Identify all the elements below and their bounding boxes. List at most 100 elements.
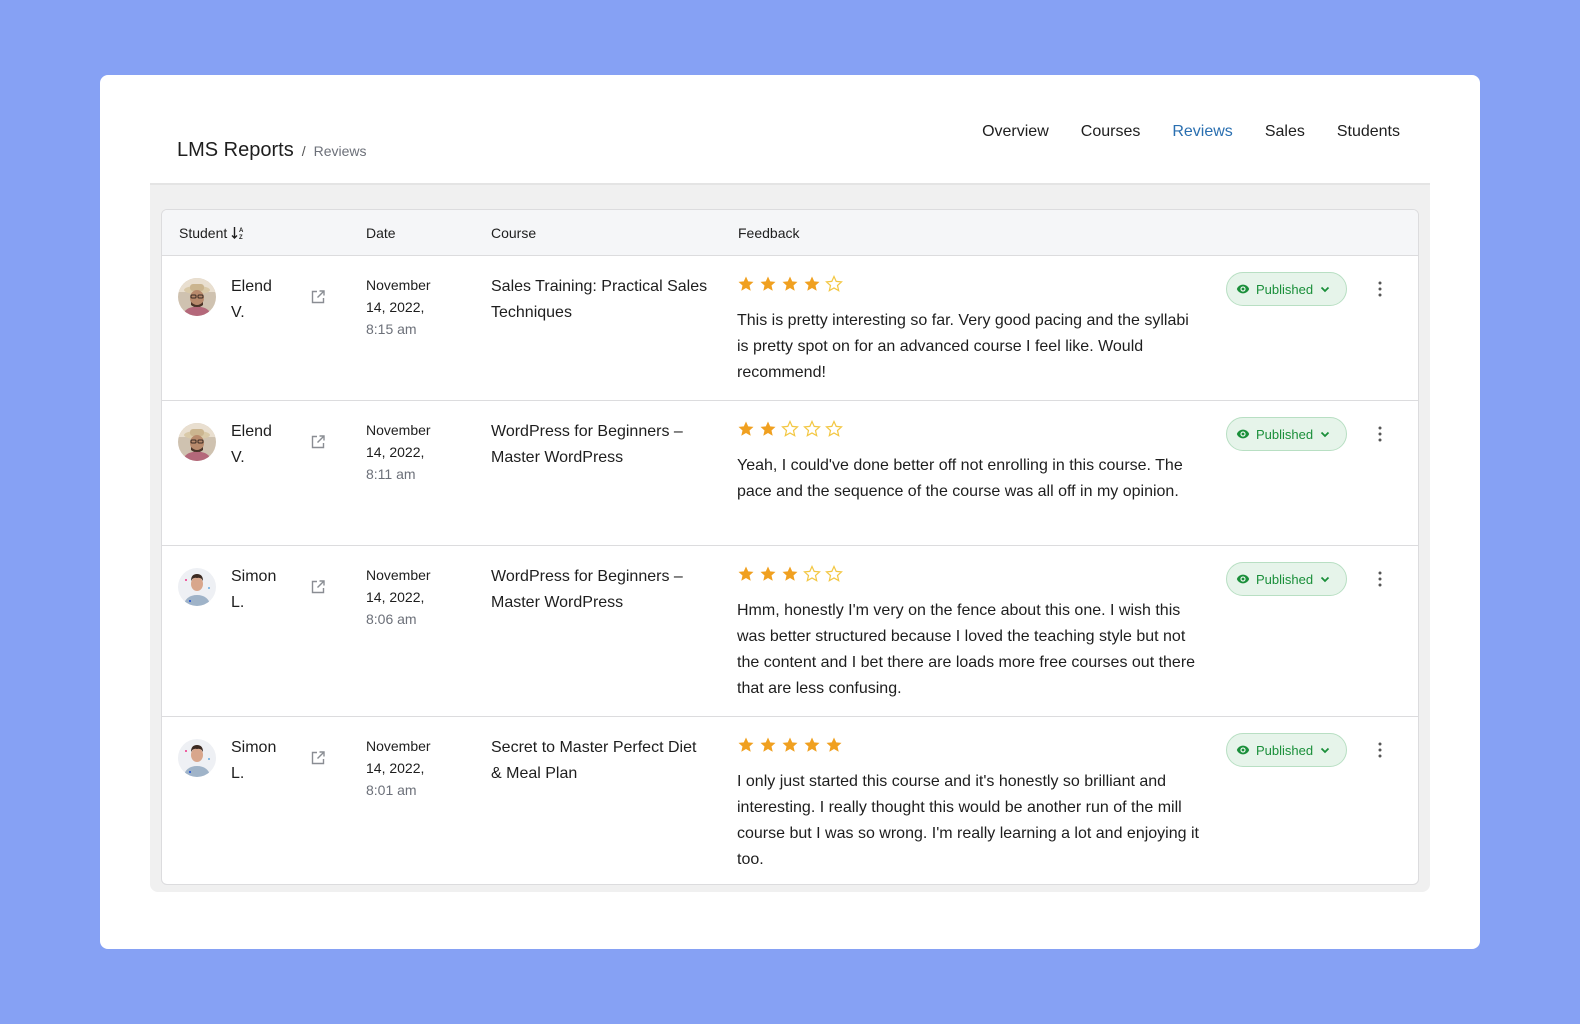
star-filled-icon bbox=[803, 275, 821, 293]
avatar bbox=[178, 278, 216, 316]
table-header: Student A Z Date Course Feedback bbox=[162, 210, 1418, 256]
external-link-icon[interactable] bbox=[309, 749, 327, 767]
student-name[interactable]: Simon L. bbox=[231, 735, 291, 787]
star-empty-icon bbox=[825, 420, 843, 438]
column-header-course: Course bbox=[491, 225, 537, 241]
external-link-icon[interactable] bbox=[309, 433, 327, 451]
star-filled-icon bbox=[759, 565, 777, 583]
date-day-year: 14, 2022, bbox=[366, 589, 425, 605]
review-time: 8:15 am bbox=[366, 321, 417, 337]
breadcrumb: LMS Reports / Reviews bbox=[177, 139, 367, 162]
feedback-text: This is pretty interesting so far. Very … bbox=[737, 312, 1189, 381]
star-filled-icon bbox=[737, 565, 755, 583]
feedback-text: I only just started this course and it's… bbox=[737, 773, 1199, 868]
eye-icon bbox=[1236, 284, 1250, 294]
student-last-name: V. bbox=[231, 304, 245, 321]
tab-sales[interactable]: Sales bbox=[1249, 75, 1321, 185]
date-month: November bbox=[366, 567, 431, 583]
more-options-icon[interactable] bbox=[1370, 568, 1390, 590]
student-first-name: Simon bbox=[231, 568, 277, 585]
column-header-student[interactable]: Student A Z bbox=[179, 225, 245, 241]
star-filled-icon bbox=[781, 565, 799, 583]
student-first-name: Simon bbox=[231, 739, 277, 756]
course-title: Sales Training: Practical Sales Techniqu… bbox=[491, 278, 708, 321]
table-row: Simon L. November 14, 2022, 8:01 am Secr… bbox=[162, 717, 1418, 884]
star-filled-icon bbox=[759, 275, 777, 293]
reviews-panel: Student A Z Date Course Feedback Elend V bbox=[150, 185, 1430, 892]
column-label-student: Student bbox=[179, 225, 228, 241]
breadcrumb-separator: / bbox=[301, 143, 306, 159]
star-filled-icon bbox=[737, 275, 755, 293]
feedback-text: Yeah, I could've done better off not enr… bbox=[737, 457, 1183, 500]
star-filled-icon bbox=[781, 736, 799, 754]
review-time: 8:06 am bbox=[366, 611, 417, 627]
student-name[interactable]: Elend V. bbox=[231, 274, 291, 326]
star-filled-icon bbox=[759, 420, 777, 438]
student-first-name: Elend bbox=[231, 423, 272, 440]
review-date: November 14, 2022, 8:01 am bbox=[366, 735, 466, 801]
status-label: Published bbox=[1256, 742, 1314, 758]
chevron-down-icon bbox=[1320, 747, 1330, 754]
page-title: LMS Reports bbox=[177, 139, 294, 161]
status-label: Published bbox=[1256, 571, 1314, 587]
star-empty-icon bbox=[803, 565, 821, 583]
external-link-icon[interactable] bbox=[309, 288, 327, 306]
student-name[interactable]: Simon L. bbox=[231, 564, 291, 616]
sort-alpha-down-icon[interactable]: A Z bbox=[231, 226, 245, 240]
tab-overview[interactable]: Overview bbox=[966, 75, 1065, 185]
tab-courses[interactable]: Courses bbox=[1065, 75, 1157, 185]
feedback-text: Hmm, honestly I'm very on the fence abou… bbox=[737, 602, 1196, 697]
star-filled-icon bbox=[737, 420, 755, 438]
chevron-down-icon bbox=[1320, 431, 1330, 438]
svg-text:Z: Z bbox=[239, 235, 243, 240]
student-last-name: V. bbox=[231, 449, 245, 466]
eye-icon bbox=[1236, 574, 1250, 584]
tab-reviews[interactable]: Reviews bbox=[1156, 75, 1250, 187]
eye-icon bbox=[1236, 745, 1250, 755]
tab-students[interactable]: Students bbox=[1321, 75, 1416, 185]
star-filled-icon bbox=[737, 736, 755, 754]
external-link-icon[interactable] bbox=[309, 578, 327, 596]
avatar bbox=[178, 568, 216, 606]
review-time: 8:01 am bbox=[366, 782, 417, 798]
status-dropdown[interactable]: Published bbox=[1226, 417, 1347, 451]
status-dropdown[interactable]: Published bbox=[1226, 562, 1347, 596]
date-day-year: 14, 2022, bbox=[366, 760, 425, 776]
review-date: November 14, 2022, 8:15 am bbox=[366, 274, 466, 340]
table-row: Simon L. November 14, 2022, 8:06 am Word… bbox=[162, 546, 1418, 717]
date-month: November bbox=[366, 422, 431, 438]
more-options-icon[interactable] bbox=[1370, 739, 1390, 761]
student-name[interactable]: Elend V. bbox=[231, 419, 291, 471]
status-dropdown[interactable]: Published bbox=[1226, 272, 1347, 306]
more-options-icon[interactable] bbox=[1370, 278, 1390, 300]
more-options-icon[interactable] bbox=[1370, 423, 1390, 445]
star-empty-icon bbox=[781, 420, 799, 438]
column-header-date: Date bbox=[366, 225, 396, 241]
date-day-year: 14, 2022, bbox=[366, 444, 425, 460]
avatar bbox=[178, 739, 216, 777]
star-filled-icon bbox=[803, 736, 821, 754]
review-date: November 14, 2022, 8:06 am bbox=[366, 564, 466, 630]
course-title: WordPress for Beginners – Master WordPre… bbox=[491, 568, 683, 611]
report-tabs: Overview Courses Reviews Sales Students bbox=[966, 75, 1416, 187]
column-header-feedback: Feedback bbox=[738, 225, 800, 241]
date-month: November bbox=[366, 277, 431, 293]
page-header: LMS Reports / Reviews Overview Courses R… bbox=[150, 75, 1430, 187]
date-day-year: 14, 2022, bbox=[366, 299, 425, 315]
star-empty-icon bbox=[803, 420, 821, 438]
date-month: November bbox=[366, 738, 431, 754]
star-filled-icon bbox=[781, 275, 799, 293]
star-rating bbox=[737, 420, 843, 438]
reports-card: LMS Reports / Reviews Overview Courses R… bbox=[100, 75, 1480, 949]
avatar bbox=[178, 423, 216, 461]
star-rating bbox=[737, 275, 843, 293]
status-label: Published bbox=[1256, 281, 1314, 297]
svg-text:A: A bbox=[239, 228, 244, 234]
reviews-table: Student A Z Date Course Feedback Elend V bbox=[161, 209, 1419, 885]
student-last-name: L. bbox=[231, 765, 245, 782]
table-row: Elend V. November 14, 2022, 8:11 am Word… bbox=[162, 401, 1418, 546]
table-row: Elend V. November 14, 2022, 8:15 am Sale… bbox=[162, 256, 1418, 401]
status-dropdown[interactable]: Published bbox=[1226, 733, 1347, 767]
star-filled-icon bbox=[759, 736, 777, 754]
status-label: Published bbox=[1256, 426, 1314, 442]
